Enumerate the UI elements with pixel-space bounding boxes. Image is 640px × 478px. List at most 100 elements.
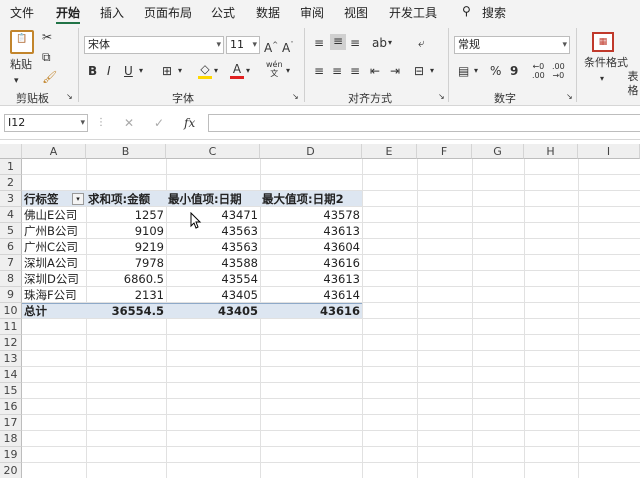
table-cell[interactable]: 43614	[260, 287, 362, 303]
row-header[interactable]: 7	[0, 255, 22, 271]
table-cell[interactable]: 2131	[86, 287, 166, 303]
bold-icon[interactable]: B	[88, 64, 97, 78]
tab-formulas[interactable]: 公式	[211, 4, 235, 21]
underline-icon[interactable]: U	[124, 64, 133, 78]
row-header[interactable]: 11	[0, 319, 22, 335]
total-cell[interactable]: 43616	[260, 303, 362, 319]
table-cell[interactable]: 1257	[86, 207, 166, 223]
select-all-corner[interactable]	[0, 144, 22, 159]
number-format-select[interactable]: 常规 ▾	[454, 36, 570, 54]
conditional-formatting-icon[interactable]: ▦	[592, 32, 614, 52]
orientation-dropdown-icon[interactable]: ▾	[388, 36, 392, 50]
row-header[interactable]: 5	[0, 223, 22, 239]
table-cell[interactable]: 43604	[260, 239, 362, 255]
alignment-launcher-icon[interactable]: ↘	[438, 90, 445, 104]
align-center-icon[interactable]: ≡	[332, 64, 342, 78]
table-row-label[interactable]: 广州C公司	[22, 239, 86, 255]
table-cell[interactable]: 43616	[260, 255, 362, 271]
column-header[interactable]: F	[417, 144, 472, 159]
table-cell[interactable]: 43588	[166, 255, 260, 271]
copy-icon[interactable]: ⧉	[42, 50, 51, 64]
pivot-header-cell[interactable]: 最小值项:日期	[166, 191, 260, 207]
border-dropdown-icon[interactable]: ▾	[178, 64, 182, 78]
align-left-icon[interactable]: ≡	[314, 64, 324, 78]
font-color-dropdown-icon[interactable]: ▾	[246, 64, 250, 78]
row-header[interactable]: 16	[0, 399, 22, 415]
underline-dropdown-icon[interactable]: ▾	[139, 64, 143, 78]
border-icon[interactable]: ⊞	[162, 64, 172, 78]
font-color-icon[interactable]: A	[230, 62, 244, 79]
clipboard-launcher-icon[interactable]: ↘	[66, 90, 73, 104]
row-header[interactable]: 6	[0, 239, 22, 255]
pivot-header-cell[interactable]: 求和项:金额	[86, 191, 166, 207]
filter-dropdown-icon[interactable]: ▾	[72, 193, 84, 205]
decrease-font-icon[interactable]: Aˇ	[282, 38, 294, 55]
conditional-formatting-button[interactable]: 条件格式	[584, 56, 628, 70]
row-header[interactable]: 13	[0, 351, 22, 367]
insert-function-icon[interactable]: fx	[184, 116, 195, 130]
search-label[interactable]: 搜索	[482, 4, 506, 21]
name-box[interactable]: I12 ▾	[4, 114, 88, 132]
column-header[interactable]: G	[472, 144, 524, 159]
orientation-icon[interactable]: ab	[372, 36, 387, 50]
tab-file[interactable]: 文件	[10, 4, 34, 21]
format-as-table-button[interactable]: 表格	[626, 70, 640, 98]
row-header[interactable]: 14	[0, 367, 22, 383]
align-top-icon[interactable]: ≡	[314, 36, 324, 50]
table-cell[interactable]: 6860.5	[86, 271, 166, 287]
formula-input[interactable]	[208, 114, 640, 132]
wrap-text-icon[interactable]: ⤶	[418, 36, 425, 50]
table-cell[interactable]: 9109	[86, 223, 166, 239]
total-cell[interactable]: 43405	[166, 303, 260, 319]
total-cell[interactable]: 36554.5	[86, 303, 166, 319]
decrease-indent-icon[interactable]: ⇤	[370, 64, 380, 78]
comma-style-icon[interactable]: 9	[510, 64, 518, 78]
table-cell[interactable]: 9219	[86, 239, 166, 255]
tab-data[interactable]: 数据	[256, 4, 280, 21]
cancel-icon[interactable]: ✕	[124, 116, 134, 130]
row-header[interactable]: 19	[0, 447, 22, 463]
paste-icon[interactable]: 📋	[10, 30, 34, 54]
align-bottom-icon[interactable]: ≡	[350, 36, 360, 50]
increase-decimal-icon[interactable]: ←0.00	[532, 62, 545, 80]
format-painter-icon[interactable]: 🖌	[42, 70, 57, 84]
conditional-dropdown-icon[interactable]: ▾	[600, 72, 604, 86]
enter-icon[interactable]: ✓	[154, 116, 164, 130]
align-right-icon[interactable]: ≡	[350, 64, 360, 78]
column-header[interactable]: C	[166, 144, 260, 159]
table-row-label[interactable]: 深圳D公司	[22, 271, 86, 287]
phonetic-icon[interactable]: wén 文	[266, 60, 283, 78]
italic-icon[interactable]: I	[107, 64, 111, 78]
table-row-label[interactable]: 佛山E公司	[22, 207, 86, 223]
row-header[interactable]: 9	[0, 287, 22, 303]
align-middle-icon[interactable]: ≡	[330, 34, 346, 50]
paste-dropdown-icon[interactable]: ▾	[14, 74, 19, 88]
number-launcher-icon[interactable]: ↘	[566, 90, 573, 104]
table-cell[interactable]: 43613	[260, 223, 362, 239]
cut-icon[interactable]: ✂	[42, 30, 52, 44]
tab-developer[interactable]: 开发工具	[389, 4, 437, 21]
percent-icon[interactable]: %	[490, 64, 501, 78]
table-cell[interactable]: 43613	[260, 271, 362, 287]
row-header[interactable]: 8	[0, 271, 22, 287]
font-name-select[interactable]: 宋体 ▾	[84, 36, 224, 54]
row-header[interactable]: 1	[0, 159, 22, 175]
table-cell[interactable]: 43471	[166, 207, 260, 223]
phonetic-dropdown-icon[interactable]: ▾	[286, 64, 290, 78]
pivot-header-cell[interactable]: 行标签	[22, 191, 74, 207]
row-header[interactable]: 4	[0, 207, 22, 223]
tab-review[interactable]: 审阅	[300, 4, 324, 21]
column-header[interactable]: I	[578, 144, 640, 159]
fill-dropdown-icon[interactable]: ▾	[214, 64, 218, 78]
tab-home[interactable]: 开始	[56, 4, 81, 24]
row-header[interactable]: 15	[0, 383, 22, 399]
font-launcher-icon[interactable]: ↘	[292, 90, 299, 104]
row-header[interactable]: 20	[0, 463, 22, 478]
row-header[interactable]: 3	[0, 191, 22, 207]
column-header[interactable]: A	[22, 144, 86, 159]
table-cell[interactable]: 43405	[166, 287, 260, 303]
table-cell[interactable]: 43578	[260, 207, 362, 223]
row-header[interactable]: 2	[0, 175, 22, 191]
row-header[interactable]: 18	[0, 431, 22, 447]
table-cell[interactable]: 43563	[166, 239, 260, 255]
